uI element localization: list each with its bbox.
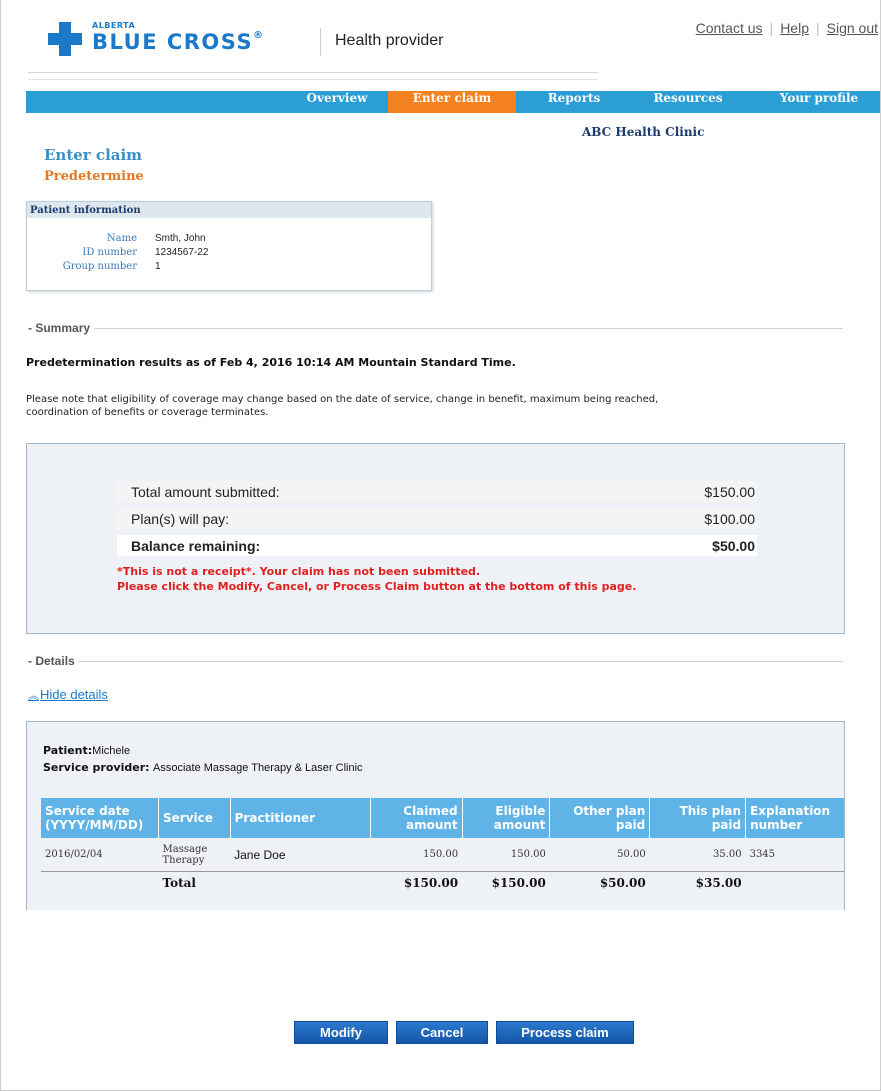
blue-cross-icon bbox=[48, 22, 82, 56]
nav-reports[interactable]: Reports bbox=[528, 91, 620, 113]
details-label: - Details bbox=[26, 654, 79, 668]
balance-remaining-label: Balance remaining: bbox=[131, 538, 261, 554]
logo-blue-cross-text: BLUE CROSS® bbox=[92, 30, 265, 54]
not-a-receipt-warning: *This is not a receipt*. Your claim has … bbox=[117, 565, 481, 578]
plan-will-pay-value: $100.00 bbox=[704, 511, 755, 527]
logo-alberta-text: ALBERTA bbox=[92, 21, 136, 30]
plan-will-pay-row: Plan(s) will pay: $100.00 bbox=[117, 508, 757, 529]
patient-name-value: Smth, John bbox=[155, 233, 206, 244]
row-this-plan-paid: 35.00 bbox=[712, 849, 742, 860]
patient-group-label: Group number bbox=[62, 261, 137, 272]
nav-overview[interactable]: Overview bbox=[288, 91, 386, 113]
col-service-date: Service date (YYYY/MM/DD) bbox=[41, 798, 160, 838]
balance-remaining-value: $50.00 bbox=[712, 538, 755, 554]
col-claimed-amount: Claimed amount bbox=[370, 798, 463, 838]
details-section-header: - Details bbox=[26, 654, 843, 668]
details-patient: Patient:Michele bbox=[43, 744, 131, 757]
portal-title: Health provider bbox=[335, 32, 444, 49]
summary-panel: Total amount submitted: $150.00 Plan(s) … bbox=[26, 443, 845, 634]
patient-group-value: 1 bbox=[155, 261, 161, 272]
header-rule-secondary bbox=[28, 79, 598, 80]
patient-id-label: ID number bbox=[82, 247, 137, 258]
table-row: 2016/02/04 Massage Therapy Jane Doe 150.… bbox=[41, 838, 844, 872]
row-claimed-amount: 150.00 bbox=[423, 849, 459, 860]
modify-button[interactable]: Modify bbox=[294, 1021, 388, 1044]
table-total-row: Total $150.00 $150.00 $50.00 $35.00 bbox=[41, 871, 844, 894]
main-nav: Overview Enter claim Reports Resources Y… bbox=[26, 91, 880, 113]
total-label: Total bbox=[158, 871, 231, 894]
nav-resources[interactable]: Resources bbox=[638, 91, 738, 113]
total-submitted-row: Total amount submitted: $150.00 bbox=[117, 481, 757, 502]
patient-name-label: Name bbox=[106, 233, 137, 244]
row-other-plan-paid: 50.00 bbox=[617, 849, 646, 860]
header-rule bbox=[28, 72, 598, 73]
total-claimed: $150.00 bbox=[370, 871, 463, 894]
row-service: Massage Therapy bbox=[162, 843, 208, 866]
patient-id-value: 1234567-22 bbox=[155, 247, 209, 258]
predetermination-results-heading: Predetermination results as of Feb 4, 20… bbox=[26, 356, 516, 369]
col-service: Service bbox=[158, 798, 231, 838]
eligibility-note: Please note that eligibility of coverage… bbox=[26, 394, 659, 418]
col-other-plan-paid: Other plan paid bbox=[549, 798, 651, 838]
row-practitioner: Jane Doe bbox=[234, 847, 286, 862]
plan-will-pay-label: Plan(s) will pay: bbox=[131, 511, 230, 527]
clinic-name: ABC Health Clinic bbox=[582, 125, 705, 139]
row-explanation-number: 3345 bbox=[749, 849, 776, 860]
col-this-plan-paid: This plan paid bbox=[649, 798, 747, 838]
details-panel: Patient:Michele Service provider: Associ… bbox=[26, 721, 845, 910]
total-this-plan: $35.00 bbox=[649, 871, 746, 894]
page-subtitle: Predetermine bbox=[44, 169, 144, 184]
summary-label: - Summary bbox=[26, 321, 95, 335]
col-explanation-number: Explanation number bbox=[745, 798, 844, 838]
col-eligible-amount: Eligible amount bbox=[462, 798, 551, 838]
row-service-date: 2016/02/04 bbox=[45, 849, 103, 860]
page-title: Enter claim bbox=[44, 146, 143, 164]
row-eligible-amount: 150.00 bbox=[510, 849, 546, 860]
sign-out-link[interactable]: Sign out bbox=[827, 20, 878, 36]
claims-table: Service date (YYYY/MM/DD) Service Practi… bbox=[41, 798, 844, 894]
top-links: Contact us | Help | Sign out bbox=[695, 20, 878, 36]
header-divider bbox=[320, 28, 321, 56]
nav-enter-claim[interactable]: Enter claim bbox=[388, 91, 516, 113]
total-other-plan: $50.00 bbox=[549, 871, 650, 894]
total-submitted-label: Total amount submitted: bbox=[131, 484, 280, 500]
help-link[interactable]: Help bbox=[780, 20, 809, 36]
details-service-provider: Service provider: Associate Massage Ther… bbox=[43, 761, 363, 774]
total-eligible: $150.00 bbox=[462, 871, 550, 894]
hide-details-link[interactable]: ︽Hide details bbox=[28, 687, 108, 703]
action-instruction-warning: Please click the Modify, Cancel, or Proc… bbox=[117, 580, 637, 593]
total-submitted-value: $150.00 bbox=[704, 484, 755, 500]
double-chevron-up-icon: ︽ bbox=[28, 690, 39, 702]
cancel-button[interactable]: Cancel bbox=[396, 1021, 488, 1044]
balance-remaining-row: Balance remaining: $50.00 bbox=[117, 535, 757, 556]
patient-information-header: Patient information bbox=[27, 202, 431, 218]
col-practitioner: Practitioner bbox=[230, 798, 371, 838]
contact-us-link[interactable]: Contact us bbox=[696, 20, 763, 36]
process-claim-button[interactable]: Process claim bbox=[496, 1021, 634, 1044]
nav-your-profile[interactable]: Your profile bbox=[764, 91, 874, 113]
claims-table-header: Service date (YYYY/MM/DD) Service Practi… bbox=[41, 798, 844, 838]
patient-information-box: Patient information Name Smth, John ID n… bbox=[26, 201, 432, 291]
summary-section-header: - Summary bbox=[26, 321, 843, 335]
